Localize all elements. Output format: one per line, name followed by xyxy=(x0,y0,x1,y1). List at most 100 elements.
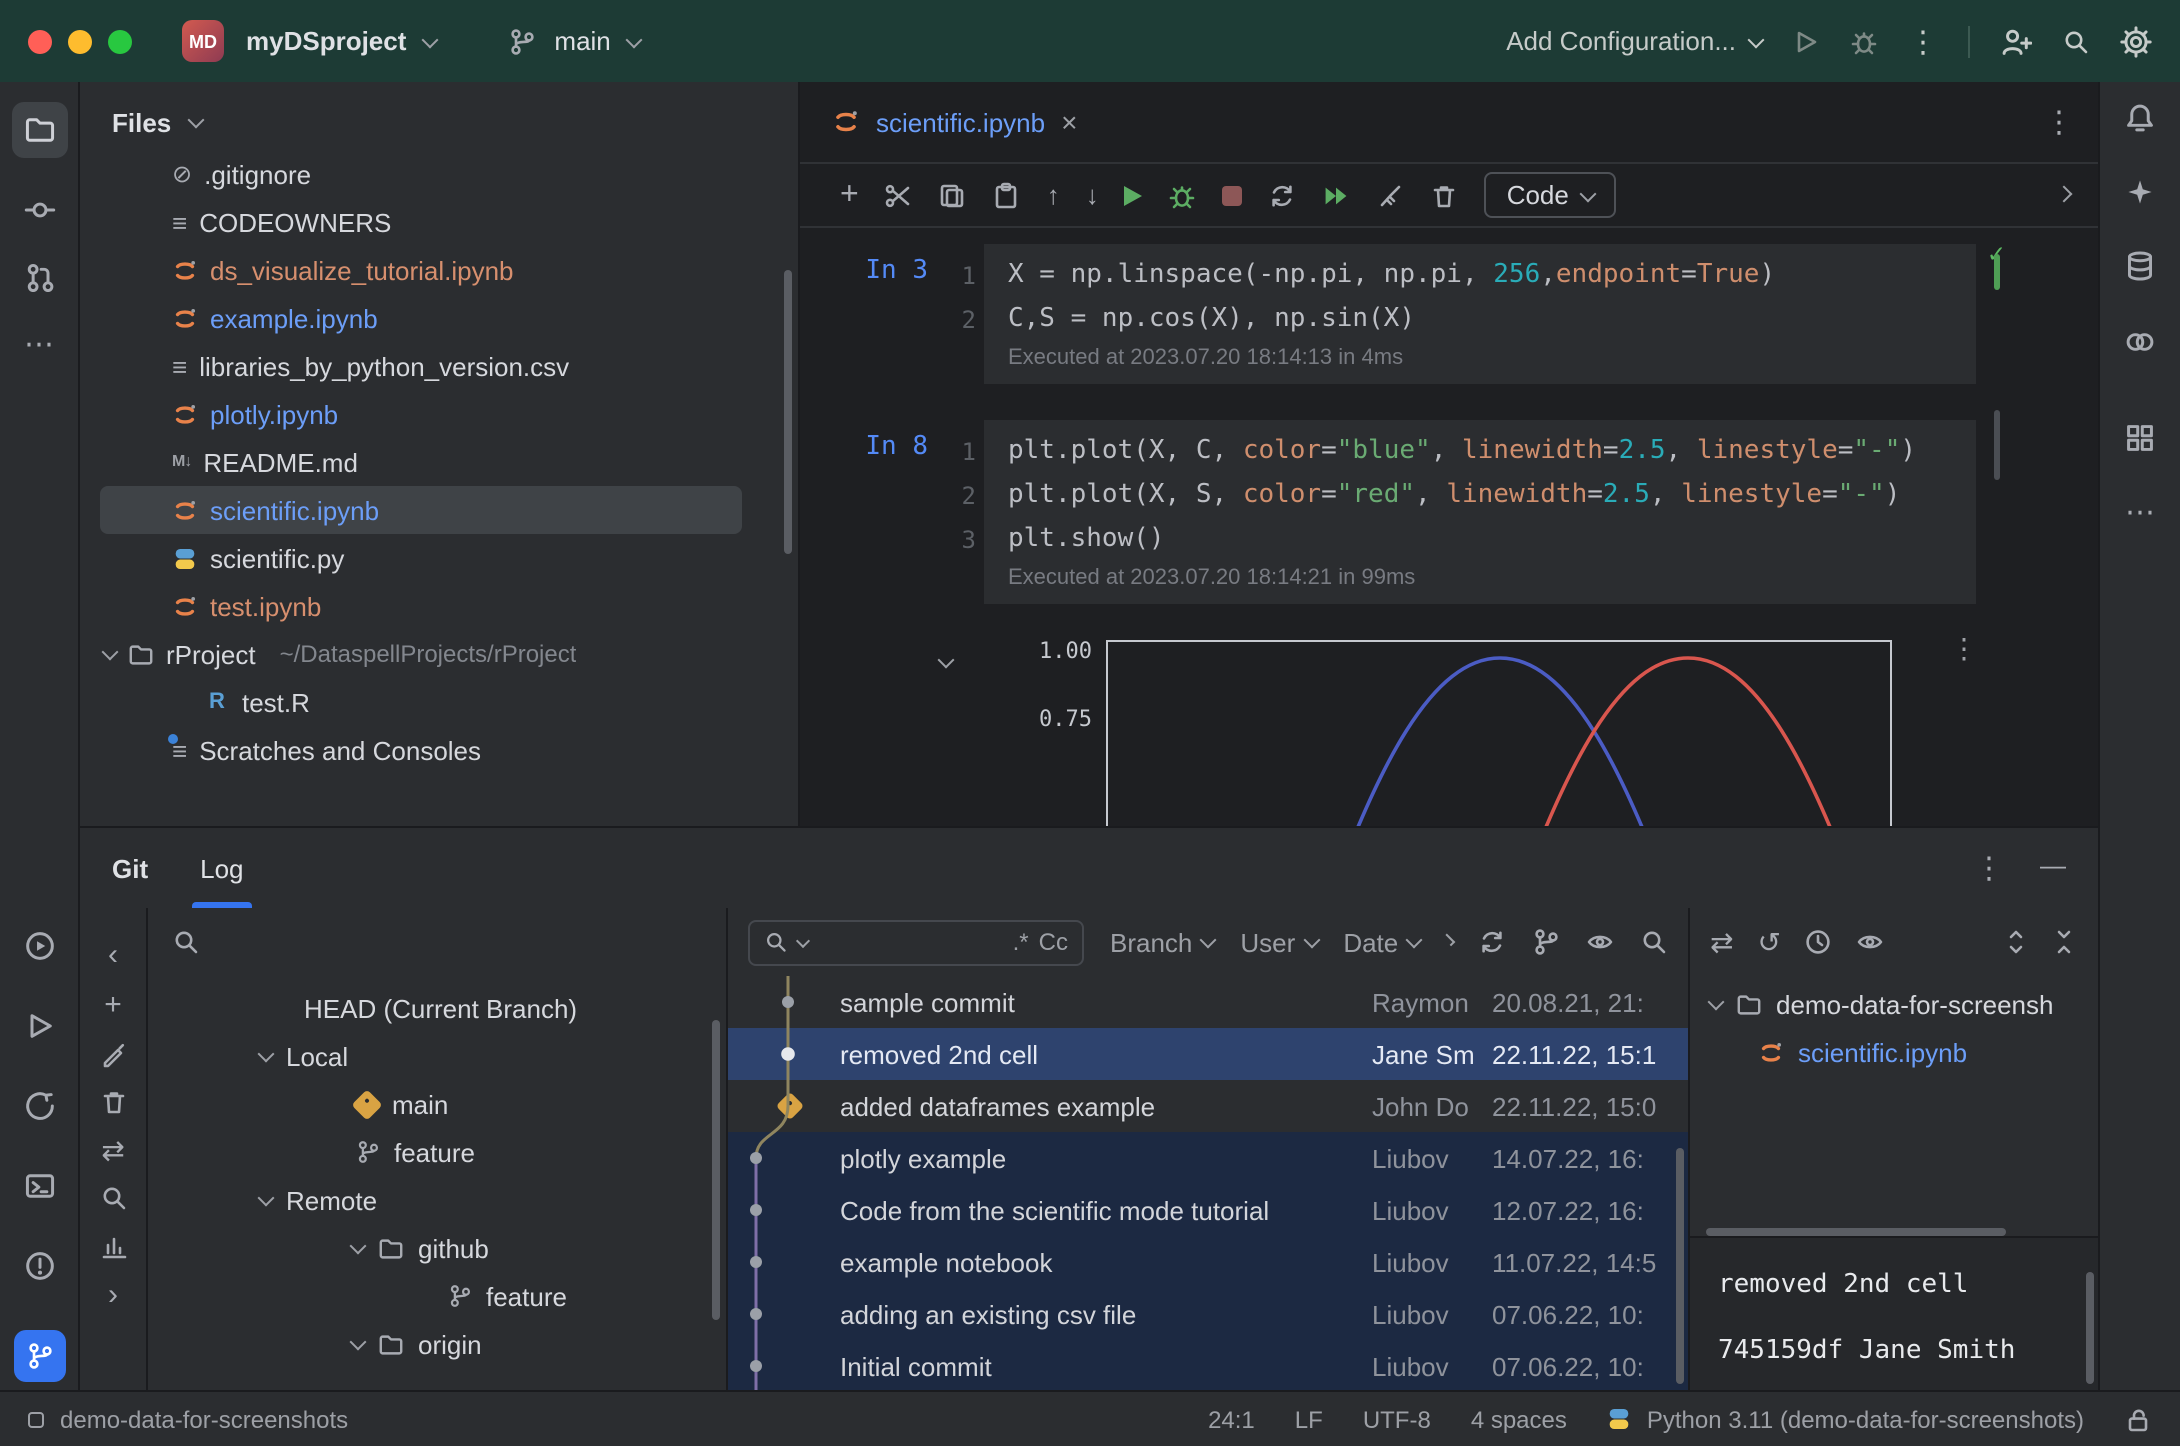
user-filter-dropdown[interactable]: User xyxy=(1240,927,1317,957)
lock-icon[interactable] xyxy=(2124,1405,2152,1433)
run-all-cells-button[interactable] xyxy=(1323,181,1351,209)
sciview-tool-button[interactable] xyxy=(2124,326,2156,358)
file-row[interactable]: M↓README.md xyxy=(100,438,742,486)
stop-kernel-button[interactable] xyxy=(1223,185,1243,205)
file-row[interactable]: example.ipynb xyxy=(100,294,742,342)
file-row[interactable]: ≡CODEOWNERS xyxy=(100,198,742,246)
collapse-all-icon[interactable] xyxy=(2050,928,2078,956)
code-with-me-icon[interactable] xyxy=(2000,25,2032,57)
output-options-kebab-icon[interactable]: ⋮ xyxy=(1950,634,1978,666)
add-cell-button[interactable]: + xyxy=(840,179,859,211)
chevron-down-icon[interactable] xyxy=(1708,994,1725,1011)
edit-icon[interactable] xyxy=(99,1040,127,1068)
toolbar-overflow-chevron-icon[interactable] xyxy=(2056,185,2073,202)
tab-options-kebab-icon[interactable]: ⋮ xyxy=(2044,104,2074,140)
changes-horizontal-scrollbar[interactable] xyxy=(1706,1228,2006,1236)
tab-log[interactable]: Log xyxy=(200,828,243,908)
project-tool-button[interactable] xyxy=(11,102,67,158)
branch-row-main[interactable]: main xyxy=(148,1080,726,1128)
terminal-tool-button[interactable] xyxy=(23,1170,55,1202)
graph-icon[interactable] xyxy=(99,1232,127,1260)
chevron-down-icon[interactable] xyxy=(350,1334,367,1351)
expand-chevron-icon[interactable]: › xyxy=(108,1280,118,1310)
branch-filter-dropdown[interactable]: Branch xyxy=(1110,927,1214,957)
swap-icon[interactable]: ⇄ xyxy=(101,1136,124,1164)
editor-scrollbar[interactable] xyxy=(1994,410,2000,480)
changed-file-row[interactable]: scientific.ipynb xyxy=(1690,1028,2098,1076)
notebook-cell[interactable]: In 8 1 2 3 plt.plot(X, C, color="blue", … xyxy=(800,420,2098,604)
code-line[interactable]: plt.plot(X, C, color="blue", linewidth=2… xyxy=(984,430,1976,474)
project-badge[interactable]: MD xyxy=(182,20,224,62)
line-separator[interactable]: LF xyxy=(1295,1405,1323,1433)
move-cell-up-button[interactable]: ↑ xyxy=(1047,182,1060,208)
restart-kernel-button[interactable] xyxy=(1269,181,1297,209)
notebook-cell[interactable]: In 3 1 2 X = np.linspace(-np.pi, np.pi, … xyxy=(800,244,2098,384)
expand-all-icon[interactable] xyxy=(2002,928,2030,956)
branch-row-feature[interactable]: feature xyxy=(148,1128,726,1176)
branch-selector[interactable]: main xyxy=(554,26,610,56)
chevron-down-icon[interactable] xyxy=(350,1238,367,1255)
git-panel-title[interactable]: Git xyxy=(112,853,148,883)
remote-group-origin[interactable]: origin xyxy=(148,1320,726,1368)
file-row[interactable]: ⊘.gitignore xyxy=(100,162,742,198)
history-clock-icon[interactable] xyxy=(1805,928,1833,956)
database-tool-button[interactable] xyxy=(2124,250,2156,282)
commit-row[interactable]: plotly exampleLiubov14.07.22, 16: xyxy=(728,1132,1688,1184)
python-interpreter[interactable]: Python 3.11 (demo-data-for-screenshots) xyxy=(1607,1405,2084,1433)
commit-row[interactable]: adding an existing csv fileLiubov07.06.2… xyxy=(728,1288,1688,1340)
refresh-icon[interactable] xyxy=(1478,928,1506,956)
log-search-input[interactable]: .* Cc xyxy=(748,919,1084,965)
status-project[interactable]: demo-data-for-screenshots xyxy=(28,1405,348,1433)
files-scrollbar[interactable] xyxy=(784,270,792,554)
maximize-window-button[interactable] xyxy=(108,29,132,53)
commit-row[interactable]: example notebookLiubov11.07.22, 14:5 xyxy=(728,1236,1688,1288)
run-configuration-selector[interactable]: Add Configuration... xyxy=(1506,26,1762,56)
compare-icon[interactable]: ⇄ xyxy=(1710,928,1733,956)
branch-row-head[interactable]: HEAD (Current Branch) xyxy=(148,984,726,1032)
find-commit-icon[interactable] xyxy=(1640,928,1668,956)
hide-panel-chevron-icon[interactable]: ‹ xyxy=(108,940,118,970)
file-encoding[interactable]: UTF-8 xyxy=(1363,1405,1431,1433)
minimize-window-button[interactable] xyxy=(68,29,92,53)
changed-root-row[interactable]: demo-data-for-screensh xyxy=(1690,980,2098,1028)
commit-row[interactable]: sample commitRaymon20.08.21, 21: xyxy=(728,976,1688,1028)
minimize-panel-icon[interactable]: — xyxy=(2040,850,2066,886)
run-anything-button[interactable] xyxy=(23,930,55,962)
search-everywhere-icon[interactable] xyxy=(2062,27,2090,55)
code-line[interactable]: C,S = np.cos(X), np.sin(X) xyxy=(984,298,1976,342)
chevron-down-icon[interactable] xyxy=(258,1046,275,1063)
project-selector[interactable]: myDSproject xyxy=(246,26,406,56)
scratches-row[interactable]: ≡Scratches and Consoles xyxy=(100,726,742,774)
run-tool-button[interactable] xyxy=(23,1010,55,1042)
file-row[interactable]: test.ipynb xyxy=(100,582,742,630)
commit-row[interactable]: Code from the scientific mode tutorialLi… xyxy=(728,1184,1688,1236)
branch-row-remote-feature[interactable]: feature xyxy=(148,1272,726,1320)
date-filter-dropdown[interactable]: Date xyxy=(1343,927,1420,957)
file-row[interactable]: scientific.py xyxy=(100,534,742,582)
editor-tab-active[interactable]: scientific.ipynb × xyxy=(800,82,1101,162)
branches-scrollbar[interactable] xyxy=(712,1020,720,1320)
copy-cell-button[interactable] xyxy=(939,181,967,209)
more-filters-chevron-icon[interactable] xyxy=(1443,934,1456,947)
delete-icon[interactable] xyxy=(99,1088,127,1116)
more-tool-windows-button[interactable]: ⋯ xyxy=(24,330,54,360)
commit-list-scrollbar[interactable] xyxy=(1676,1148,1684,1384)
file-row[interactable]: ds_visualize_tutorial.ipynb xyxy=(100,246,742,294)
cut-cell-button[interactable] xyxy=(885,181,913,209)
commit-row[interactable]: Initial commitLiubov07.06.22, 10: xyxy=(728,1340,1688,1390)
branch-filter-search-icon[interactable] xyxy=(172,928,200,956)
services-tool-button[interactable] xyxy=(23,1090,55,1122)
chevron-down-icon[interactable] xyxy=(258,1190,275,1207)
commit-row-selected[interactable]: removed 2nd cellJane Sm22.11.22, 15:1 xyxy=(728,1028,1688,1080)
code-line[interactable]: plt.show() xyxy=(984,518,1976,562)
commit-row[interactable]: added dataframes exampleJohn Do22.11.22,… xyxy=(728,1080,1688,1132)
settings-gear-icon[interactable] xyxy=(2120,25,2152,57)
collapse-output-chevron-icon[interactable] xyxy=(940,644,952,674)
git-options-kebab-icon[interactable]: ⋮ xyxy=(1974,850,2004,886)
run-button[interactable] xyxy=(1792,27,1820,55)
cell-code[interactable]: X = np.linspace(-np.pi, np.pi, 256,endpo… xyxy=(984,244,1976,384)
close-window-button[interactable] xyxy=(28,29,52,53)
match-case-toggle[interactable]: Cc xyxy=(1039,928,1068,956)
file-row[interactable]: Rtest.R xyxy=(100,678,742,726)
more-tool-windows-button[interactable]: ⋯ xyxy=(2125,498,2155,528)
